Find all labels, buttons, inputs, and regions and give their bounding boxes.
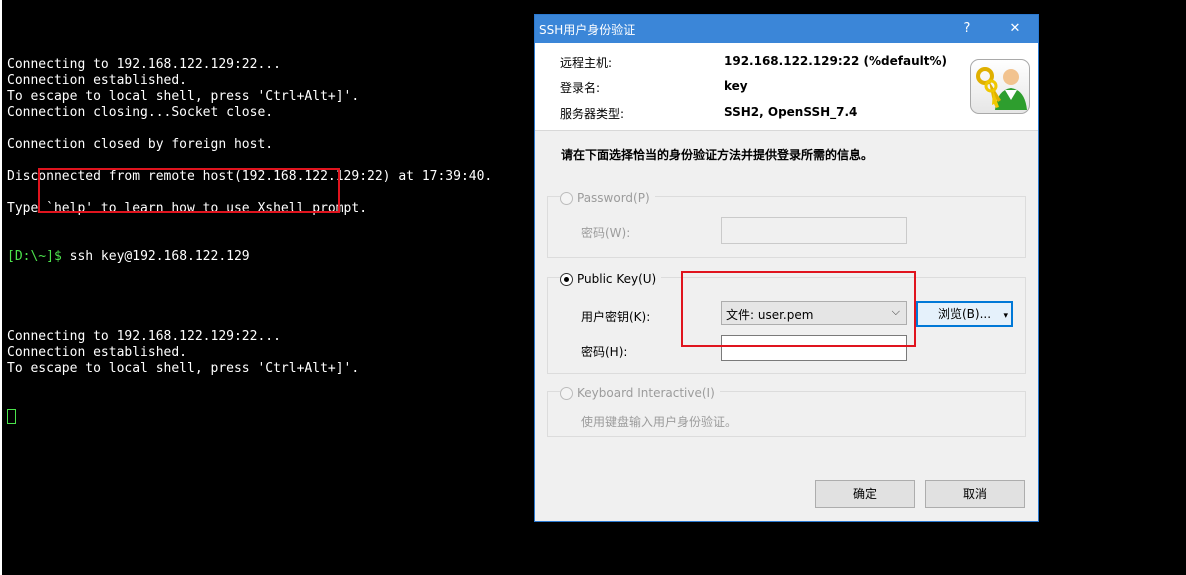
user-key-icon (970, 59, 1030, 114)
keyboard-interactive-label: Keyboard Interactive(I) (577, 386, 715, 400)
user-key-label: 用户密钥(K): (581, 310, 651, 324)
password-radio[interactable] (560, 191, 573, 205)
login-name-value: key (724, 79, 748, 93)
password-option-label: Password(P) (577, 191, 650, 205)
browse-button-label: 浏览(B)... (937, 307, 992, 321)
public-key-option-label: Public Key(U) (577, 272, 657, 286)
passphrase-input[interactable] (721, 335, 907, 361)
keyboard-interactive-radio[interactable] (560, 386, 573, 400)
password-option[interactable]: Password(P) (560, 191, 655, 205)
passphrase-label: 密码(H): (581, 345, 628, 359)
ssh-auth-dialog: SSH用户身份验证 ? ✕ 远程主机: 192.168.122.129:22 (… (534, 14, 1039, 522)
browse-button[interactable]: 浏览(B)... ▾ (916, 301, 1013, 327)
dialog-title: SSH用户身份验证 (539, 23, 636, 37)
cancel-button[interactable]: 取消 (925, 480, 1025, 508)
public-key-radio[interactable] (560, 272, 573, 286)
dialog-titlebar[interactable]: SSH用户身份验证 ? ✕ (535, 15, 1038, 43)
chevron-down-icon: ⌵ (891, 305, 900, 318)
help-button[interactable]: ? (947, 15, 987, 43)
user-key-selected: 文件: user.pem (726, 308, 814, 322)
remote-host-value: 192.168.122.129:22 (%default%) (724, 54, 948, 68)
ok-button[interactable]: 确定 (815, 480, 915, 508)
password-field-label: 密码(W): (581, 226, 631, 240)
server-type-label: 服务器类型: (560, 107, 625, 121)
typed-command: ssh key@192.168.122.129 (61, 249, 250, 264)
connection-info-panel: 远程主机: 192.168.122.129:22 (%default%) 登录名… (535, 43, 1038, 131)
close-button[interactable]: ✕ (995, 15, 1035, 43)
dropdown-arrow-icon: ▾ (1003, 311, 1008, 321)
login-name-label: 登录名: (560, 81, 601, 95)
password-input[interactable] (721, 217, 907, 244)
user-key-select[interactable]: 文件: user.pem ⌵ (721, 301, 907, 325)
remote-host-label: 远程主机: (560, 56, 613, 70)
keyboard-interactive-desc: 使用键盘输入用户身份验证。 (581, 415, 738, 429)
server-type-value: SSH2, OpenSSH_7.4 (724, 105, 858, 119)
instruction-text: 请在下面选择恰当的身份验证方法并提供登录所需的信息。 (561, 148, 874, 162)
terminal-cursor (7, 409, 16, 424)
public-key-option[interactable]: Public Key(U) (560, 272, 662, 286)
shell-prompt: [D:\~]$ (7, 249, 62, 264)
keyboard-interactive-option[interactable]: Keyboard Interactive(I) (560, 386, 720, 400)
